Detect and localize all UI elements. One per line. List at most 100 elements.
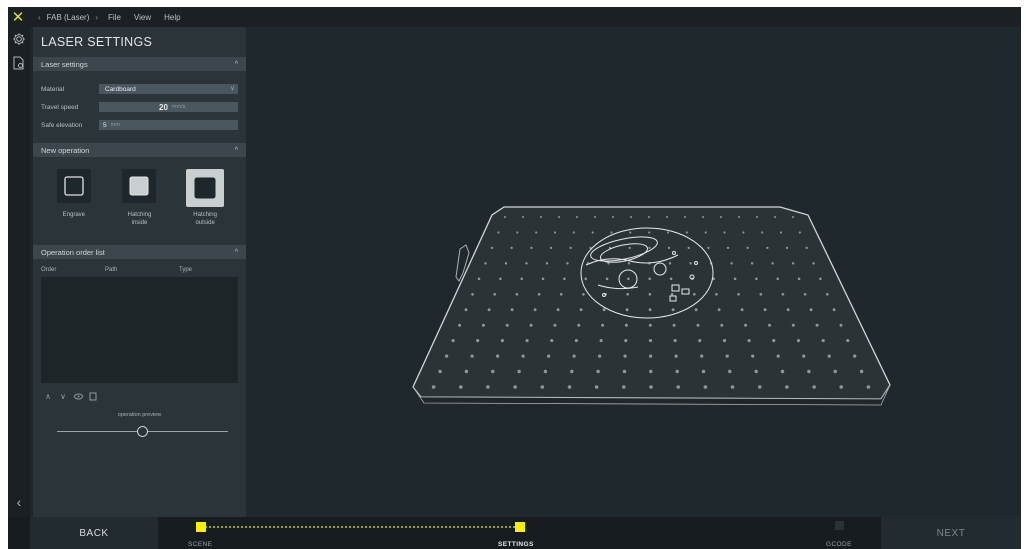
bed-hole — [703, 385, 708, 389]
bed-hole — [550, 339, 554, 343]
hatching-inside-button[interactable]: Hatching inside — [113, 169, 165, 241]
operation-preview-slider[interactable] — [57, 426, 228, 437]
bed-hole — [812, 262, 815, 265]
bed-hole — [546, 354, 551, 358]
bed-hole — [431, 385, 436, 389]
bed-hole — [689, 262, 692, 265]
section-header-new-operation[interactable]: New operation ^ — [33, 143, 246, 157]
bed-hole — [513, 385, 517, 389]
section-header-laser-settings[interactable]: Laser settings ^ — [33, 57, 246, 71]
bed-hole — [722, 339, 727, 343]
operation-list[interactable] — [41, 277, 238, 383]
bed-hole — [798, 231, 801, 234]
bed-hole — [459, 385, 463, 389]
bed-hole — [779, 231, 783, 234]
hatching-outside-label: Hatching outside — [193, 212, 217, 227]
breadcrumb-current[interactable]: FAB (Laser) — [47, 13, 90, 22]
bed-hole — [666, 231, 670, 234]
step-gcode-label[interactable]: GCODE — [826, 541, 852, 548]
bed-hole — [572, 354, 576, 358]
3d-viewport[interactable] — [246, 27, 1021, 517]
engrave-button[interactable]: Engrave — [48, 169, 100, 241]
operation-buttons: Engrave Hatching inside Hatching outside — [33, 157, 246, 241]
move-down-icon[interactable]: ∨ — [58, 391, 68, 401]
bed-hole — [746, 246, 749, 250]
bed-hole — [533, 308, 537, 312]
bed-hole — [520, 277, 523, 281]
bed-hole — [553, 231, 557, 234]
slider-thumb[interactable] — [137, 426, 148, 437]
bed-hole — [543, 369, 548, 374]
bed-hole — [451, 339, 455, 343]
bed-hole — [805, 246, 808, 250]
bed-hole — [786, 308, 790, 312]
bed-hole — [628, 246, 631, 250]
bed-hole — [499, 277, 502, 281]
bed-hole — [624, 339, 628, 343]
travel-speed-input[interactable]: 20 mm/s — [99, 102, 238, 112]
material-select[interactable]: Cardboard v — [99, 84, 238, 94]
bed-hole — [833, 369, 837, 374]
operation-preview-label: operation preview — [117, 412, 162, 418]
collapse-panel-icon[interactable]: ‹ — [8, 493, 30, 511]
app-window: ✕ ‹ FAB (Laser) › File View Help ‹ LASER… — [8, 7, 1021, 549]
visibility-icon[interactable] — [73, 391, 83, 401]
laser-settings-panel: LASER SETTINGS Laser settings ^ Material… — [33, 27, 246, 517]
file-settings-icon[interactable] — [8, 51, 30, 75]
step-gcode-marker[interactable] — [834, 520, 846, 532]
step-settings-marker[interactable] — [515, 522, 525, 532]
hatching-outside-button[interactable]: Hatching outside — [179, 169, 231, 241]
bed-hole — [594, 216, 596, 218]
next-button[interactable]: NEXT — [881, 517, 1021, 549]
step-scene-label[interactable]: SCENE — [188, 541, 212, 548]
bed-hole — [535, 231, 538, 234]
top-bar: ✕ ‹ FAB (Laser) › File View Help — [8, 7, 1021, 27]
collapse-caret-icon[interactable]: ^ — [235, 249, 238, 256]
chevron-right-icon[interactable]: › — [95, 13, 98, 22]
bed-hole — [648, 339, 653, 343]
bed-hole — [754, 369, 758, 374]
bed-hole — [866, 385, 871, 389]
back-button[interactable]: BACK — [30, 517, 158, 549]
menu-view[interactable]: View — [134, 13, 151, 22]
bed-hole — [486, 385, 490, 389]
bed-hole — [802, 354, 806, 358]
collapse-caret-icon[interactable]: ^ — [235, 147, 238, 154]
bed-hole — [556, 308, 560, 312]
bed-hole — [558, 216, 560, 218]
collapse-caret-icon[interactable]: ^ — [235, 61, 238, 68]
bed-hole — [493, 292, 497, 296]
bed-hole — [541, 277, 545, 281]
app-logo-icon[interactable]: ✕ — [8, 7, 28, 27]
travel-speed-row: Travel speed 20 mm/s — [41, 101, 238, 113]
bed-hole — [744, 323, 748, 327]
menu-help[interactable]: Help — [164, 13, 180, 22]
bed-hole — [648, 292, 652, 296]
column-type: Type — [179, 267, 193, 273]
hatching-inside-label: Hatching inside — [127, 212, 152, 227]
chevron-left-icon[interactable]: ‹ — [38, 13, 41, 22]
delete-icon[interactable] — [88, 391, 98, 401]
bed-hole — [730, 262, 733, 265]
bed-hole — [701, 369, 706, 374]
bed-hole — [756, 216, 758, 218]
material-label: Material — [41, 85, 65, 93]
menu-file[interactable]: File — [108, 13, 121, 22]
move-up-icon[interactable]: ∧ — [43, 391, 53, 401]
section-header-operation-list[interactable]: Operation order list ^ — [33, 245, 246, 259]
bed-hole — [720, 216, 722, 218]
bed-hole — [792, 216, 794, 218]
step-scene-marker[interactable] — [196, 522, 206, 532]
bed-hole — [723, 231, 726, 234]
bed-hole — [648, 308, 652, 312]
bed-hole — [605, 277, 609, 281]
step-settings-label[interactable]: SETTINGS — [498, 541, 534, 548]
safe-elevation-input[interactable]: 5 mm — [99, 120, 238, 130]
safe-elevation-unit: mm — [110, 122, 120, 128]
bed-hole — [510, 246, 513, 250]
gear-icon[interactable] — [8, 27, 30, 51]
breadcrumb: ‹ FAB (Laser) › — [38, 13, 98, 22]
bed-hole — [522, 216, 524, 218]
travel-speed-value: 20 — [159, 102, 168, 112]
bed-hole — [622, 369, 627, 374]
